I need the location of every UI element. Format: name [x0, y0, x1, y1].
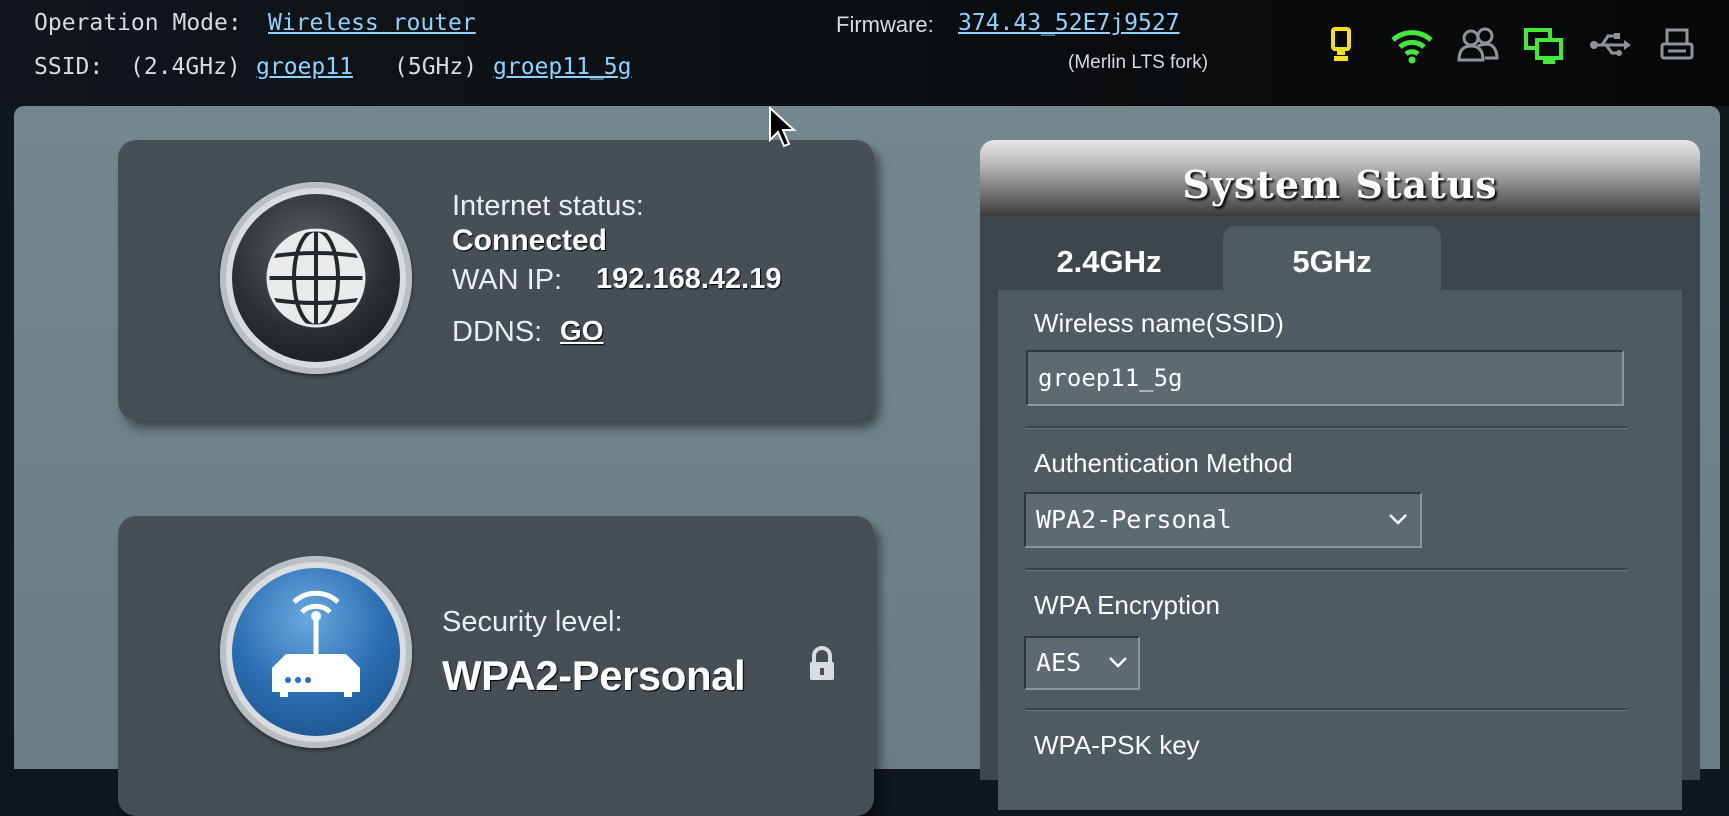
wpa-encryption-value: AES [1036, 648, 1082, 677]
internet-card[interactable]: Internet status: Connected WAN IP: 192.1… [118, 140, 874, 420]
wan-ip-label: WAN IP: [452, 264, 563, 296]
firmware-fork-note: (Merlin LTS fork) [1068, 52, 1209, 73]
ddns-label: DDNS: [452, 316, 543, 348]
ssid-5ghz-link[interactable]: groep11_5g [493, 54, 631, 80]
auth-method-select[interactable]: WPA2-Personal [1024, 492, 1422, 548]
security-level-label: Security level: [442, 606, 623, 638]
firmware-link[interactable]: 374.43_52E7j9527 [958, 10, 1180, 36]
divider [1026, 708, 1628, 711]
ssid-input[interactable]: groep11_5g [1026, 350, 1624, 406]
wireless-settings-body: Wireless name(SSID) groep11_5g Authentic… [998, 290, 1682, 810]
router-icon [220, 556, 412, 748]
tab-5ghz[interactable]: 5GHz [1223, 226, 1441, 294]
internet-status-label: Internet status: [452, 190, 644, 222]
tab-2-4ghz[interactable]: 2.4GHz [998, 226, 1220, 294]
ssid-5ghz-label: (5GHz) [394, 54, 478, 80]
router-card[interactable]: Security level: WPA2-Personal [118, 516, 874, 816]
ssid-24ghz-label: (2.4GHz) [130, 54, 241, 80]
auth-method-label: Authentication Method [1034, 448, 1293, 478]
printer-icon[interactable] [1658, 26, 1696, 64]
firmware-label: Firmware: [836, 12, 934, 37]
network-map-icon[interactable] [1523, 26, 1563, 64]
internet-status-value: Connected [452, 224, 608, 257]
ddns-go-link[interactable]: GO [560, 315, 604, 347]
chevron-down-icon [1108, 638, 1128, 688]
security-level-value: WPA2-Personal [442, 652, 746, 699]
operation-mode-label: Operation Mode: [34, 10, 242, 36]
system-status-title: System Status [1182, 162, 1498, 207]
ssid-24ghz-link[interactable]: groep11 [256, 54, 353, 80]
divider [1026, 426, 1628, 429]
ssid-label: SSID: [34, 54, 104, 80]
globe-icon [220, 182, 412, 374]
lock-icon [806, 646, 838, 689]
usb-icon[interactable] [1588, 26, 1631, 64]
clients-icon[interactable] [1456, 26, 1499, 64]
divider [1026, 568, 1628, 571]
mouse-cursor-icon [768, 105, 798, 155]
wpa-encryption-label: WPA Encryption [1034, 590, 1220, 620]
chevron-down-icon [1388, 494, 1408, 546]
system-status-header: System Status [980, 140, 1700, 216]
wan-ip-value: 192.168.42.19 [596, 263, 782, 295]
top-status-bar: Operation Mode: Wireless router SSID: (2… [0, 0, 1729, 106]
ssid-field-label: Wireless name(SSID) [1034, 308, 1284, 338]
operation-mode-link[interactable]: Wireless router [268, 10, 476, 36]
wpa-psk-key-label: WPA-PSK key [1034, 730, 1200, 760]
auth-method-value: WPA2-Personal [1036, 505, 1232, 534]
usb-key-icon[interactable] [1322, 26, 1360, 64]
wifi-icon[interactable] [1390, 26, 1433, 64]
system-status-panel: System Status 2.4GHz 5GHz Wireless name(… [980, 140, 1700, 810]
wpa-encryption-select[interactable]: AES [1024, 636, 1140, 690]
